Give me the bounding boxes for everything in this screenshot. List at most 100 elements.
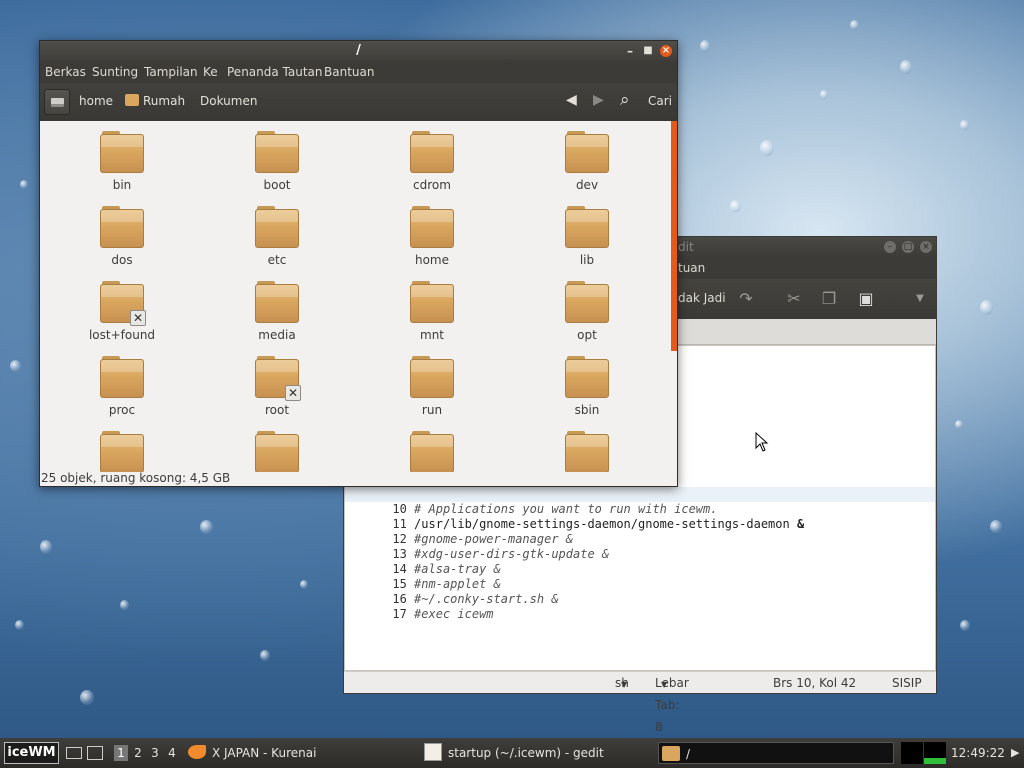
folder-item[interactable]: lib (532, 196, 642, 267)
file-grid[interactable]: bin boot cdrom dev dos etc home lib ✕ lost+found m… (40, 121, 671, 472)
task-gedit[interactable]: startup (~/.icewm) - gedit (422, 742, 652, 764)
overflow-dropdown-icon[interactable]: ▼ (910, 289, 930, 309)
folder-item[interactable]: cdrom (377, 121, 487, 192)
folder-icon (255, 281, 299, 325)
folder-label: opt (577, 328, 597, 342)
cpu-monitor (901, 742, 923, 764)
folder-item[interactable]: run (377, 346, 487, 417)
folder-icon (100, 131, 144, 175)
menu-help[interactable]: Bantuan (324, 61, 374, 83)
folder-item[interactable]: ✕ root (222, 346, 332, 417)
workspace-2[interactable]: 2 (131, 745, 145, 761)
folder-label: dev (575, 178, 599, 192)
menu-file[interactable]: Berkas (45, 61, 86, 83)
file-manager-titlebar[interactable]: / – ■ × (40, 41, 677, 61)
folder-label: home (414, 253, 450, 267)
maximize-button[interactable]: ■ (642, 45, 654, 57)
tab-width-selector[interactable]: Lebar Tab: 8 ▼ (655, 672, 689, 734)
folder-icon (565, 206, 609, 250)
window-title: / (356, 43, 361, 58)
close-button[interactable]: × (660, 45, 672, 57)
code-line: 12 #gnome-power-manager & (349, 517, 573, 546)
folder-icon: ✕ (100, 281, 146, 326)
folder-item[interactable]: proc (67, 346, 177, 417)
folder-item[interactable] (377, 421, 487, 472)
maximize-button[interactable]: □ (902, 241, 914, 253)
menu-help[interactable]: tuan (678, 261, 705, 275)
task-label: X JAPAN - Kurenai (212, 746, 317, 760)
text-editor-icon (424, 743, 442, 761)
folder-label: proc (108, 403, 136, 417)
code-line: 10 # Applications you want to run with i… (349, 487, 717, 516)
file-manager-toolbar: home Rumah Dokumen ◀ ▶ ⌕ Cari (40, 83, 677, 121)
folder-label: root (264, 403, 290, 417)
folder-item[interactable]: home (377, 196, 487, 267)
scrollbar[interactable] (671, 121, 677, 351)
copy-icon[interactable]: ❐ (819, 289, 839, 309)
folder-label: dos (111, 253, 133, 267)
workspace-4[interactable]: 4 (165, 745, 179, 761)
forward-arrow-icon[interactable]: ▶ (593, 92, 604, 108)
code-ampersand: & (789, 517, 805, 531)
drive-icon[interactable] (44, 89, 70, 115)
folder-item[interactable]: mnt (377, 271, 487, 342)
folder-label: media (258, 328, 296, 342)
task-file-manager[interactable]: / (658, 742, 894, 764)
folder-item[interactable]: opt (532, 271, 642, 342)
show-desktop-icon[interactable] (66, 747, 82, 759)
search-icon[interactable]: ⌕ (620, 90, 630, 110)
redo-icon[interactable]: ↷ (736, 289, 756, 309)
minimize-button[interactable]: – (624, 45, 636, 57)
menu-edit[interactable]: Sunting (92, 61, 138, 83)
folder-item[interactable]: boot (222, 121, 332, 192)
tray-arrow-icon[interactable]: ▶ (1011, 746, 1019, 759)
menu-view[interactable]: Tampilan (144, 61, 198, 83)
folder-item[interactable] (67, 421, 177, 472)
folder-label: lost+found (88, 328, 156, 342)
mouse-pointer-icon (755, 432, 769, 452)
folder-item[interactable]: media (222, 271, 332, 342)
folder-icon (565, 431, 609, 472)
line-number: 17 (392, 607, 407, 621)
menu-go[interactable]: Ke (203, 61, 218, 83)
workspace-1[interactable]: 1 (114, 745, 128, 761)
breadcrumb-dokumen[interactable]: Dokumen (200, 94, 257, 108)
breadcrumb-home[interactable]: home (79, 94, 113, 108)
folder-icon (565, 281, 609, 325)
start-button[interactable]: iceWM (4, 742, 59, 764)
folder-icon (410, 356, 454, 400)
folder-label: mnt (420, 328, 444, 342)
folder-icon (565, 356, 609, 400)
menu-bookmarks[interactable]: Penanda Tautan (227, 61, 323, 83)
undo-button-label[interactable]: dak Jadi (678, 291, 726, 305)
task-music-player[interactable]: X JAPAN - Kurenai (186, 742, 416, 764)
folder-item[interactable] (222, 421, 332, 472)
folder-icon (255, 206, 299, 250)
code-line: 16 #~/.conky-start.sh & (349, 577, 558, 606)
gedit-title: dit (678, 240, 694, 254)
folder-label: cdrom (413, 178, 451, 192)
folder-item[interactable]: dos (67, 196, 177, 267)
search-label[interactable]: Cari (648, 94, 672, 108)
folder-item[interactable] (532, 421, 642, 472)
language-selector[interactable]: sh ▼ (615, 672, 629, 696)
workspace-3[interactable]: 3 (148, 745, 162, 761)
folder-item[interactable]: sbin (532, 346, 642, 417)
window-list-icon[interactable] (87, 746, 103, 760)
task-label: / (686, 747, 691, 761)
folder-item[interactable]: ✕ lost+found (67, 271, 177, 342)
insert-mode: SISIP (892, 676, 922, 690)
network-monitor (924, 742, 946, 764)
folder-item[interactable]: etc (222, 196, 332, 267)
cut-icon[interactable]: ✂ (784, 289, 804, 309)
minimize-button[interactable]: – (884, 241, 896, 253)
breadcrumb-rumah[interactable]: Rumah (125, 94, 185, 108)
no-access-icon: ✕ (285, 385, 301, 401)
close-button[interactable]: × (920, 241, 932, 253)
folder-icon (565, 131, 609, 175)
back-arrow-icon[interactable]: ◀ (566, 92, 577, 108)
file-manager-window[interactable]: / – ■ × Berkas Sunting Tampilan Ke Penan… (39, 40, 678, 487)
folder-item[interactable]: bin (67, 121, 177, 192)
paste-icon[interactable]: ▣ (856, 289, 876, 309)
folder-item[interactable]: dev (532, 121, 642, 192)
